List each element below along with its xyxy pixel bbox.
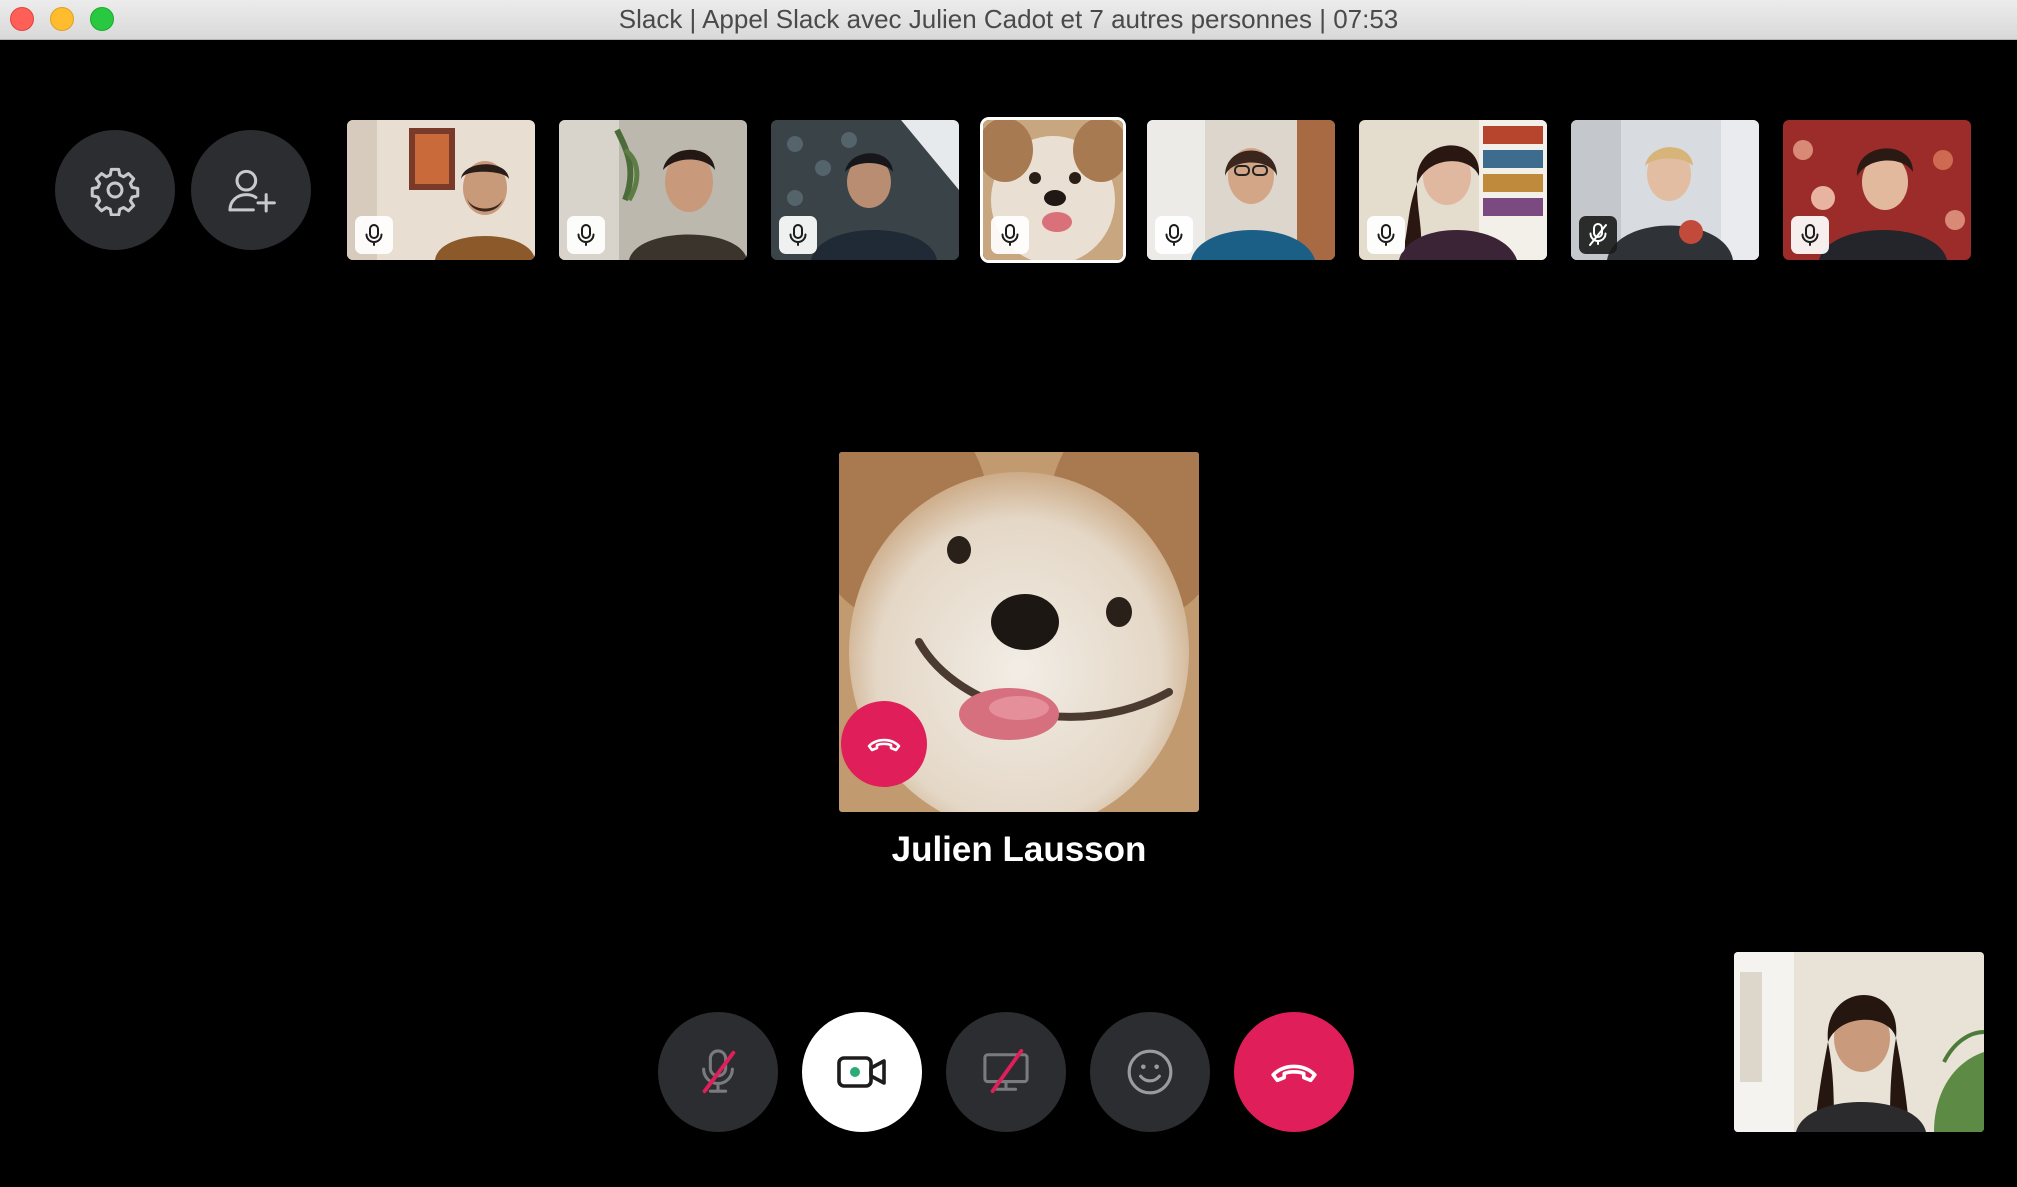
video-camera-icon (837, 1056, 886, 1088)
add-person-icon (228, 169, 276, 213)
participant-tile[interactable] (1147, 120, 1335, 260)
participant-tile[interactable] (347, 120, 535, 260)
self-video-feed (1734, 952, 1984, 1132)
microphone-icon (1377, 224, 1395, 246)
hangup-icon (867, 738, 901, 752)
self-view-video[interactable] (1734, 952, 1984, 1132)
video-toggle-button[interactable] (802, 1012, 922, 1132)
microphone-icon (365, 224, 383, 246)
microphone-icon (789, 224, 807, 246)
participant-tile[interactable] (771, 120, 959, 260)
speaker-hangup-button[interactable] (841, 701, 927, 787)
microphone-icon (1801, 224, 1819, 246)
mic-status (567, 216, 605, 254)
mic-status (779, 216, 817, 254)
mute-microphone-button[interactable] (658, 1012, 778, 1132)
settings-button[interactable] (55, 130, 175, 250)
participant-tile[interactable] (559, 120, 747, 260)
microphone-icon (577, 224, 595, 246)
mic-status (1155, 216, 1193, 254)
participant-tile-active[interactable] (983, 120, 1123, 260)
mic-status (1791, 216, 1829, 254)
screen-share-off-icon (983, 1049, 1029, 1094)
mic-status (355, 216, 393, 254)
hangup-icon (1271, 1064, 1317, 1083)
title-bar: Slack | Appel Slack avec Julien Cadot et… (0, 0, 2017, 40)
window-title: Slack | Appel Slack avec Julien Cadot et… (618, 4, 1399, 34)
mic-status (991, 216, 1029, 254)
reactions-button[interactable] (1090, 1012, 1210, 1132)
smiley-icon (1127, 1049, 1173, 1095)
gear-icon (90, 167, 140, 216)
call-window: Slack | Appel Slack avec Julien Cadot et… (0, 0, 2017, 1187)
active-speaker-name: Julien Lausson (891, 830, 1147, 869)
mic-muted-icon (702, 1049, 736, 1094)
leave-call-button[interactable] (1234, 1012, 1354, 1132)
participant-tile[interactable] (1359, 120, 1547, 260)
screen-share-button[interactable] (946, 1012, 1066, 1132)
participant-tile[interactable] (1571, 120, 1759, 260)
microphone-muted-icon (1589, 223, 1607, 246)
microphone-icon (1001, 224, 1019, 246)
microphone-icon (1165, 224, 1183, 246)
add-person-button[interactable] (191, 130, 311, 250)
participant-tile[interactable] (1783, 120, 1971, 260)
mic-status (1367, 216, 1405, 254)
mic-status-muted (1579, 216, 1617, 254)
